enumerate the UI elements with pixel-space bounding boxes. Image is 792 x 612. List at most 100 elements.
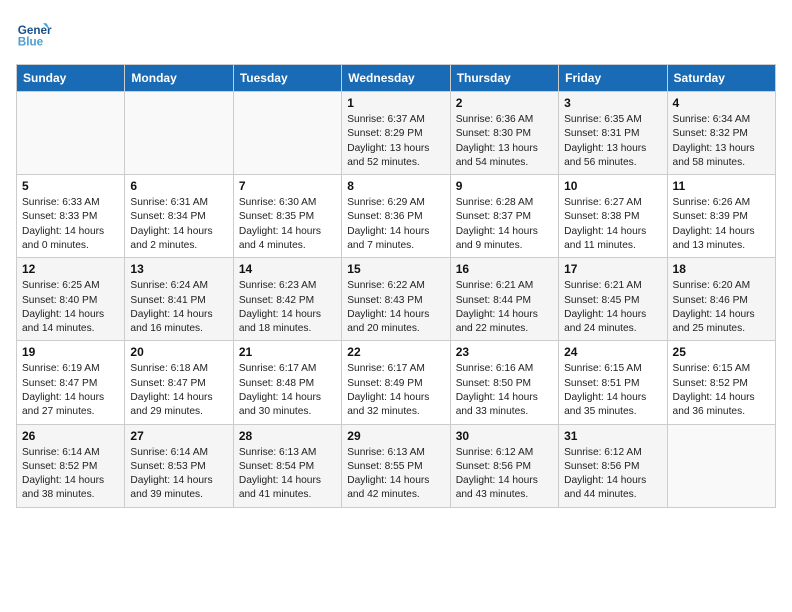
calendar-cell: 8 Sunrise: 6:29 AM Sunset: 8:36 PM Daylig… <box>342 175 450 258</box>
day-number: 12 <box>22 262 119 276</box>
day-number: 28 <box>239 429 336 443</box>
day-number: 30 <box>456 429 553 443</box>
cell-info: Sunrise: 6:12 AM Sunset: 8:56 PM Dayligh… <box>564 446 661 503</box>
calendar-cell: 22 Sunrise: 6:17 AM Sunset: 8:49 PM Dayli… <box>342 341 450 424</box>
day-number: 13 <box>130 262 227 276</box>
cell-info: Sunrise: 6:31 AM Sunset: 8:34 PM Dayligh… <box>130 196 227 253</box>
col-header-tuesday: Tuesday <box>233 65 341 92</box>
cell-info: Sunrise: 6:30 AM Sunset: 8:35 PM Dayligh… <box>239 196 336 253</box>
day-number: 2 <box>456 96 553 110</box>
day-number: 14 <box>239 262 336 276</box>
day-number: 27 <box>130 429 227 443</box>
calendar-cell: 3 Sunrise: 6:35 AM Sunset: 8:31 PM Daylig… <box>559 92 667 175</box>
logo-icon: General Blue <box>16 16 52 52</box>
calendar-cell: 4 Sunrise: 6:34 AM Sunset: 8:32 PM Daylig… <box>667 92 775 175</box>
cell-info: Sunrise: 6:21 AM Sunset: 8:45 PM Dayligh… <box>564 279 661 336</box>
cell-info: Sunrise: 6:12 AM Sunset: 8:56 PM Dayligh… <box>456 446 553 503</box>
day-number: 22 <box>347 345 444 359</box>
cell-info: Sunrise: 6:15 AM Sunset: 8:52 PM Dayligh… <box>673 362 770 419</box>
col-header-thursday: Thursday <box>450 65 558 92</box>
col-header-sunday: Sunday <box>17 65 125 92</box>
day-number: 5 <box>22 179 119 193</box>
calendar-cell <box>233 92 341 175</box>
cell-info: Sunrise: 6:25 AM Sunset: 8:40 PM Dayligh… <box>22 279 119 336</box>
day-number: 9 <box>456 179 553 193</box>
day-number: 31 <box>564 429 661 443</box>
calendar-cell: 15 Sunrise: 6:22 AM Sunset: 8:43 PM Dayli… <box>342 258 450 341</box>
calendar-cell: 13 Sunrise: 6:24 AM Sunset: 8:41 PM Dayli… <box>125 258 233 341</box>
calendar-cell: 31 Sunrise: 6:12 AM Sunset: 8:56 PM Dayli… <box>559 424 667 507</box>
cell-info: Sunrise: 6:34 AM Sunset: 8:32 PM Dayligh… <box>673 113 770 170</box>
day-number: 20 <box>130 345 227 359</box>
cell-info: Sunrise: 6:17 AM Sunset: 8:49 PM Dayligh… <box>347 362 444 419</box>
calendar-header: SundayMondayTuesdayWednesdayThursdayFrid… <box>17 65 776 92</box>
calendar-cell: 24 Sunrise: 6:15 AM Sunset: 8:51 PM Dayli… <box>559 341 667 424</box>
calendar-cell: 20 Sunrise: 6:18 AM Sunset: 8:47 PM Dayli… <box>125 341 233 424</box>
calendar-cell <box>17 92 125 175</box>
calendar-cell: 11 Sunrise: 6:26 AM Sunset: 8:39 PM Dayli… <box>667 175 775 258</box>
calendar-cell: 27 Sunrise: 6:14 AM Sunset: 8:53 PM Dayli… <box>125 424 233 507</box>
day-number: 4 <box>673 96 770 110</box>
calendar-cell: 5 Sunrise: 6:33 AM Sunset: 8:33 PM Daylig… <box>17 175 125 258</box>
day-number: 3 <box>564 96 661 110</box>
cell-info: Sunrise: 6:19 AM Sunset: 8:47 PM Dayligh… <box>22 362 119 419</box>
calendar-cell: 26 Sunrise: 6:14 AM Sunset: 8:52 PM Dayli… <box>17 424 125 507</box>
logo: General Blue <box>16 16 56 52</box>
calendar-cell: 12 Sunrise: 6:25 AM Sunset: 8:40 PM Dayli… <box>17 258 125 341</box>
cell-info: Sunrise: 6:27 AM Sunset: 8:38 PM Dayligh… <box>564 196 661 253</box>
day-number: 10 <box>564 179 661 193</box>
calendar-cell: 21Sunrise: 6:17 AM Sunset: 8:48 PM Dayli… <box>233 341 341 424</box>
cell-info: Sunrise: 6:28 AM Sunset: 8:37 PM Dayligh… <box>456 196 553 253</box>
calendar-cell: 25 Sunrise: 6:15 AM Sunset: 8:52 PM Dayli… <box>667 341 775 424</box>
calendar-cell: 17Sunrise: 6:21 AM Sunset: 8:45 PM Dayli… <box>559 258 667 341</box>
cell-info: Sunrise: 6:24 AM Sunset: 8:41 PM Dayligh… <box>130 279 227 336</box>
day-number: 8 <box>347 179 444 193</box>
cell-info: Sunrise: 6:13 AM Sunset: 8:55 PM Dayligh… <box>347 446 444 503</box>
cell-info: Sunrise: 6:18 AM Sunset: 8:47 PM Dayligh… <box>130 362 227 419</box>
page-header: General Blue <box>16 16 776 52</box>
svg-text:Blue: Blue <box>18 36 44 49</box>
day-number: 15 <box>347 262 444 276</box>
cell-info: Sunrise: 6:13 AM Sunset: 8:54 PM Dayligh… <box>239 446 336 503</box>
day-number: 6 <box>130 179 227 193</box>
calendar-cell: 6 Sunrise: 6:31 AM Sunset: 8:34 PM Daylig… <box>125 175 233 258</box>
cell-info: Sunrise: 6:16 AM Sunset: 8:50 PM Dayligh… <box>456 362 553 419</box>
col-header-saturday: Saturday <box>667 65 775 92</box>
day-number: 24 <box>564 345 661 359</box>
day-number: 26 <box>22 429 119 443</box>
cell-info: Sunrise: 6:14 AM Sunset: 8:52 PM Dayligh… <box>22 446 119 503</box>
day-number: 1 <box>347 96 444 110</box>
calendar-cell: 9 Sunrise: 6:28 AM Sunset: 8:37 PM Daylig… <box>450 175 558 258</box>
col-header-friday: Friday <box>559 65 667 92</box>
day-number: 21 <box>239 345 336 359</box>
day-number: 23 <box>456 345 553 359</box>
calendar-cell: 19Sunrise: 6:19 AM Sunset: 8:47 PM Dayli… <box>17 341 125 424</box>
cell-info: Sunrise: 6:20 AM Sunset: 8:46 PM Dayligh… <box>673 279 770 336</box>
cell-info: Sunrise: 6:22 AM Sunset: 8:43 PM Dayligh… <box>347 279 444 336</box>
col-header-monday: Monday <box>125 65 233 92</box>
day-number: 18 <box>673 262 770 276</box>
cell-info: Sunrise: 6:36 AM Sunset: 8:30 PM Dayligh… <box>456 113 553 170</box>
calendar-cell: 23 Sunrise: 6:16 AM Sunset: 8:50 PM Dayli… <box>450 341 558 424</box>
cell-info: Sunrise: 6:33 AM Sunset: 8:33 PM Dayligh… <box>22 196 119 253</box>
cell-info: Sunrise: 6:23 AM Sunset: 8:42 PM Dayligh… <box>239 279 336 336</box>
cell-info: Sunrise: 6:15 AM Sunset: 8:51 PM Dayligh… <box>564 362 661 419</box>
day-number: 25 <box>673 345 770 359</box>
cell-info: Sunrise: 6:29 AM Sunset: 8:36 PM Dayligh… <box>347 196 444 253</box>
cell-info: Sunrise: 6:37 AM Sunset: 8:29 PM Dayligh… <box>347 113 444 170</box>
calendar-cell: 16Sunrise: 6:21 AM Sunset: 8:44 PM Dayli… <box>450 258 558 341</box>
calendar-cell: 18 Sunrise: 6:20 AM Sunset: 8:46 PM Dayli… <box>667 258 775 341</box>
day-number: 16 <box>456 262 553 276</box>
cell-info: Sunrise: 6:35 AM Sunset: 8:31 PM Dayligh… <box>564 113 661 170</box>
day-number: 29 <box>347 429 444 443</box>
cell-info: Sunrise: 6:14 AM Sunset: 8:53 PM Dayligh… <box>130 446 227 503</box>
cell-info: Sunrise: 6:26 AM Sunset: 8:39 PM Dayligh… <box>673 196 770 253</box>
day-number: 11 <box>673 179 770 193</box>
calendar-cell <box>667 424 775 507</box>
calendar-cell: 30 Sunrise: 6:12 AM Sunset: 8:56 PM Dayli… <box>450 424 558 507</box>
calendar-cell: 29 Sunrise: 6:13 AM Sunset: 8:55 PM Dayli… <box>342 424 450 507</box>
calendar-cell <box>125 92 233 175</box>
col-header-wednesday: Wednesday <box>342 65 450 92</box>
calendar-cell: 10 Sunrise: 6:27 AM Sunset: 8:38 PM Dayli… <box>559 175 667 258</box>
calendar-cell: 28 Sunrise: 6:13 AM Sunset: 8:54 PM Dayli… <box>233 424 341 507</box>
